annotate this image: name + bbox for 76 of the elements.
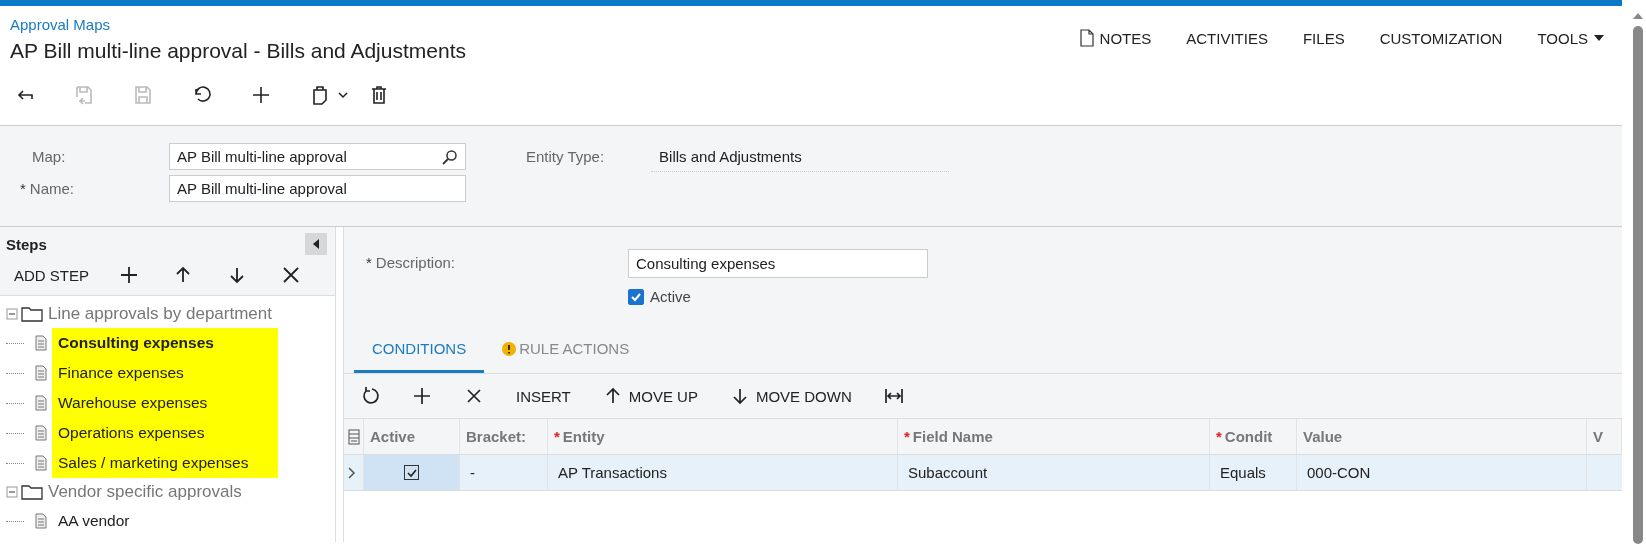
- document-icon: [34, 455, 48, 471]
- table-cell: Subaccount: [908, 464, 988, 481]
- table-cell: AP Transactions: [558, 464, 667, 481]
- folder-icon: [20, 305, 44, 323]
- tree-step-item[interactable]: AA vendor: [52, 506, 138, 536]
- document-icon: [34, 425, 48, 441]
- entity-type-label: Entity Type:: [526, 148, 605, 165]
- scroll-up-icon[interactable]: [1632, 12, 1644, 20]
- search-icon: [442, 148, 458, 165]
- page-title: AP Bill multi-line approval - Bills and Adjustments: [10, 39, 466, 63]
- row-pointer-icon: [348, 466, 356, 479]
- tree-folder-item[interactable]: Line approvals by department: [48, 304, 272, 324]
- columns-settings-icon[interactable]: [348, 428, 360, 445]
- column-header[interactable]: * Entity: [548, 419, 898, 454]
- description-label: * Description:: [366, 253, 457, 273]
- description-field[interactable]: Consulting expenses: [628, 249, 928, 278]
- document-icon: [1079, 29, 1094, 47]
- plus-icon: [119, 265, 139, 285]
- header-action-button[interactable]: CUSTOMIZATION: [1379, 28, 1503, 48]
- header-action-button[interactable]: ACTIVITIES: [1186, 28, 1268, 48]
- row-checkbox[interactable]: [404, 465, 419, 480]
- column-header[interactable]: V: [1587, 419, 1622, 454]
- arrow-down-icon: [227, 265, 247, 285]
- entity-type-value: Bills and Adjustments: [651, 148, 950, 172]
- active-checkbox[interactable]: [628, 288, 644, 305]
- name-field[interactable]: AP Bill multi-line approval: [169, 175, 466, 202]
- tree-folder-item[interactable]: Vendor specific approvals: [48, 482, 242, 502]
- refresh-icon: [360, 386, 380, 406]
- table-cell: Equals: [1220, 464, 1266, 481]
- fit-button[interactable]: [883, 386, 904, 406]
- active-label: Active: [650, 288, 691, 305]
- tree-step-item[interactable]: Warehouse expenses: [52, 388, 278, 418]
- tree-step-item[interactable]: Operations expenses: [52, 418, 278, 448]
- collapse-toggle-icon[interactable]: [6, 308, 18, 320]
- up-button[interactable]: MOVE UP: [602, 386, 698, 406]
- map-label: Map:: [31, 148, 67, 165]
- column-header[interactable]: Bracket:: [460, 419, 548, 454]
- caret-icon: [337, 91, 349, 99]
- triangle-left-icon: [312, 239, 320, 249]
- tree-step-item[interactable]: Consulting expenses: [52, 328, 278, 358]
- save-close-icon: [73, 84, 95, 106]
- header-action-button[interactable]: TOOLS: [1537, 28, 1604, 48]
- text-button[interactable]: INSERT: [516, 387, 571, 405]
- name-label: * Name:: [20, 180, 76, 197]
- refresh-button[interactable]: [360, 386, 380, 406]
- add-button[interactable]: [412, 386, 432, 406]
- steps-title: Steps: [6, 235, 47, 253]
- column-header[interactable]: Value: [1297, 419, 1587, 454]
- column-header[interactable]: Active: [364, 419, 460, 454]
- save-icon: [132, 84, 154, 106]
- document-icon: [34, 395, 48, 411]
- header-action-button[interactable]: NOTES: [1079, 28, 1152, 48]
- column-header[interactable]: * Field Name: [898, 419, 1210, 454]
- document-icon: [34, 513, 48, 529]
- column-header[interactable]: * Condit: [1210, 419, 1297, 454]
- folder-icon: [20, 483, 44, 501]
- tree-step-item[interactable]: Sales / marketing expenses: [52, 448, 278, 478]
- scrollbar-thumb[interactable]: [1633, 26, 1643, 544]
- down-button[interactable]: MOVE DOWN: [729, 386, 852, 406]
- add-step-button[interactable]: ADD STEP: [14, 266, 89, 284]
- collapse-toggle-icon[interactable]: [6, 486, 18, 498]
- caret-icon: [1594, 35, 1604, 41]
- collapse-panel-button[interactable]: [305, 233, 327, 255]
- close-icon: [281, 265, 301, 285]
- map-lookup-field[interactable]: AP Bill multi-line approval: [169, 143, 466, 170]
- table-cell: -: [470, 464, 475, 481]
- fit-icon: [883, 386, 904, 406]
- add-icon: [250, 84, 272, 106]
- document-icon: [34, 365, 48, 381]
- tab[interactable]: CONDITIONS: [354, 327, 485, 373]
- document-icon: [34, 335, 48, 351]
- add-icon: [412, 386, 432, 406]
- breadcrumb-link[interactable]: Approval Maps: [10, 16, 466, 33]
- table-cell: 000-CON: [1307, 464, 1371, 481]
- header-action-button[interactable]: FILES: [1302, 28, 1345, 48]
- tree-step-item[interactable]: Finance expenses: [52, 358, 278, 388]
